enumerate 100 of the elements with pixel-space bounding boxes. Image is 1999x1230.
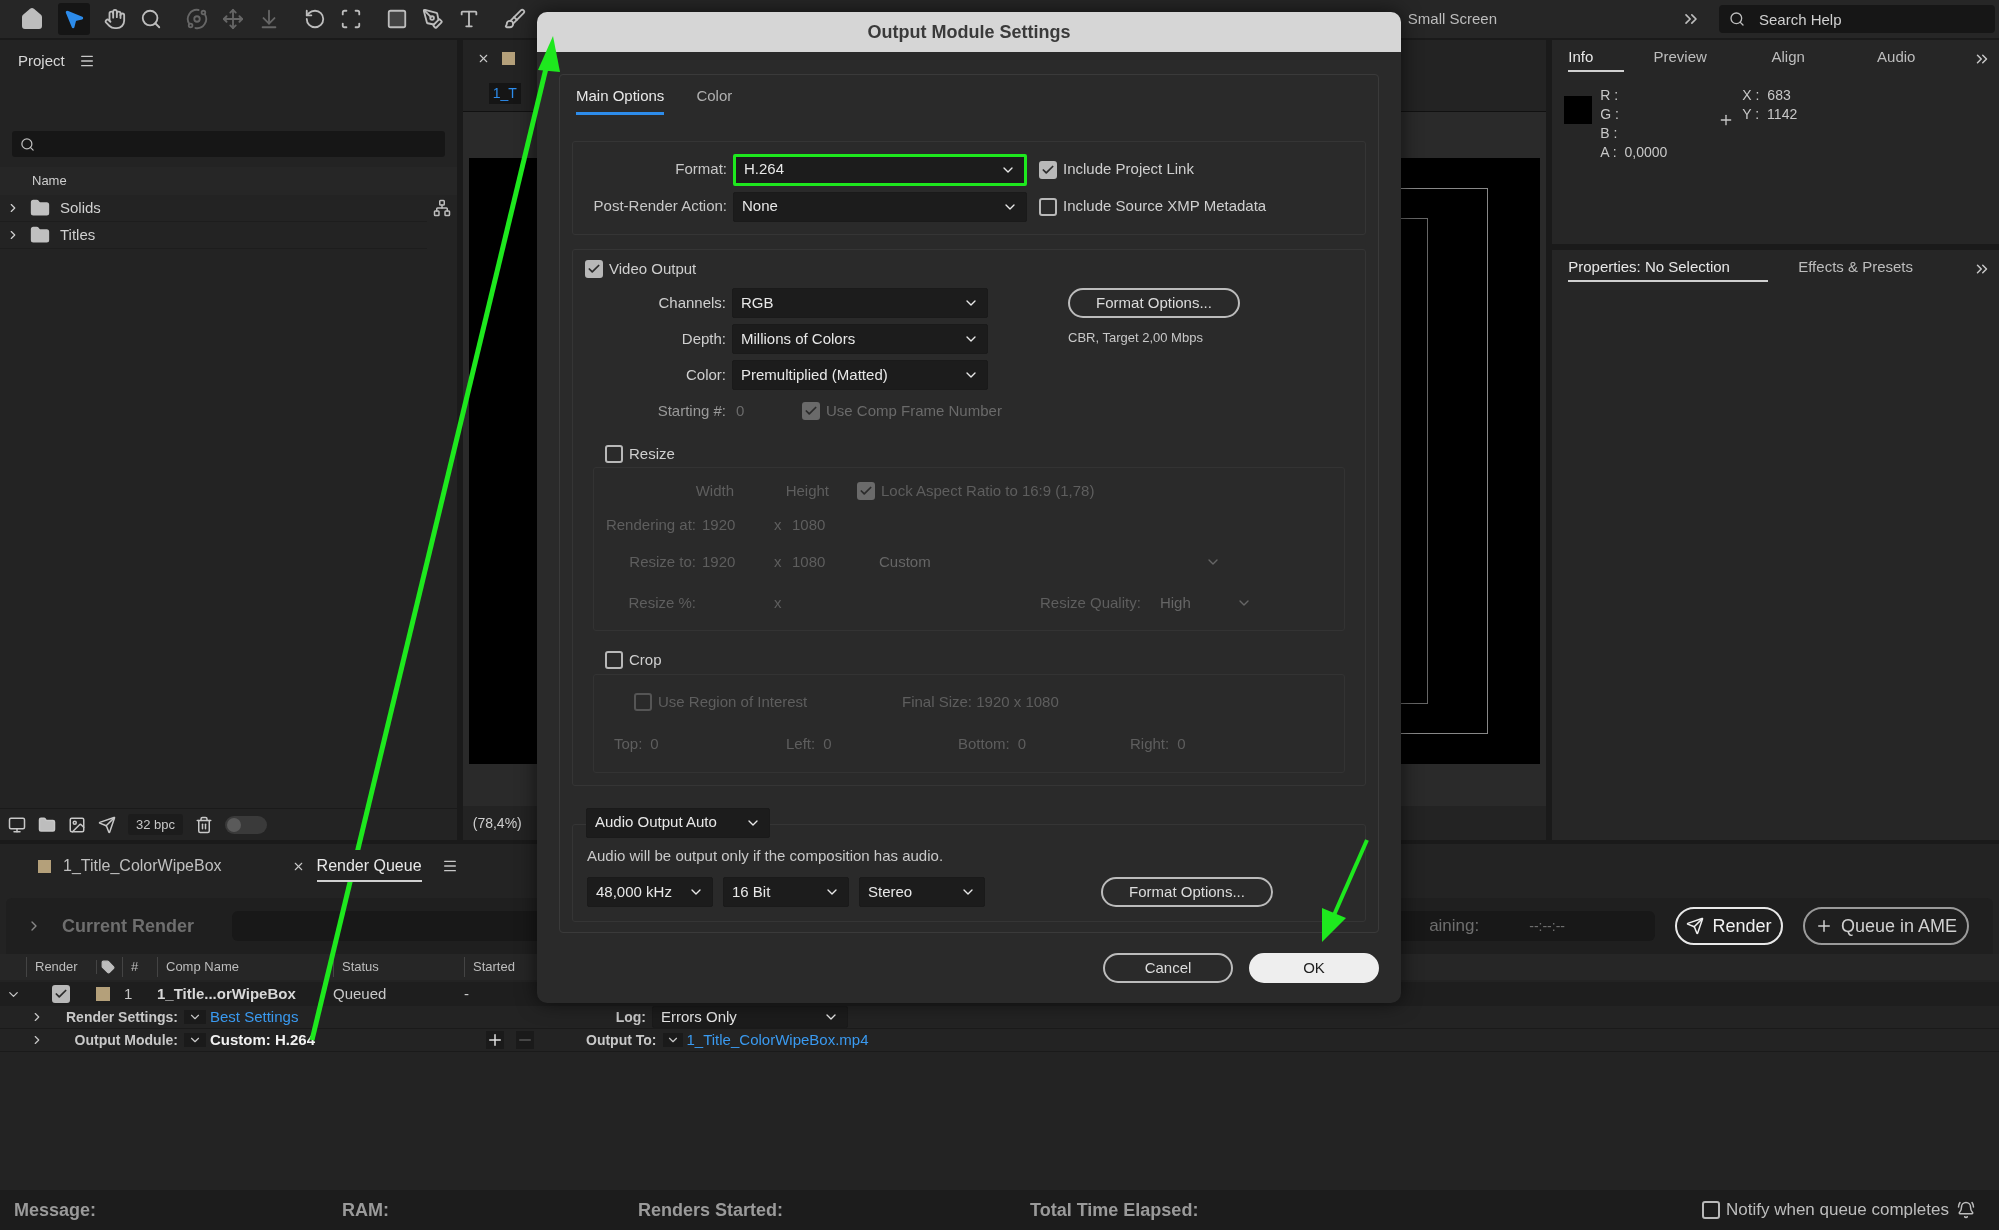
readout-value: 683: [1767, 86, 1791, 105]
checkbox-label: Include Source XMP Metadata: [1063, 196, 1267, 217]
text-icon[interactable]: [458, 8, 480, 30]
check-icon: [54, 987, 68, 1001]
rotate-icon[interactable]: [304, 8, 326, 30]
status-label: Renders Started:: [638, 1198, 785, 1222]
dropdown[interactable]: Stereo: [859, 877, 985, 907]
codec-info: CBR, Target 2,00 Mbps: [1068, 329, 1204, 347]
pointer-icon: [63, 8, 85, 30]
panel-tab[interactable]: Effects & Presets: [1798, 255, 1913, 283]
checkbox[interactable]: [634, 692, 652, 711]
format-options-button[interactable]: Format Options...: [1068, 288, 1240, 318]
hand-icon[interactable]: [104, 8, 126, 30]
output-file-link[interactable]: 1_Title_ColorWipeBox.mp4: [682, 1028, 869, 1052]
status-label: Total Time Elapsed:: [1030, 1198, 1200, 1222]
project-item[interactable]: Titles: [0, 222, 427, 249]
composition-swatch: [38, 859, 51, 873]
viewer-tab[interactable]: 1_T: [488, 83, 521, 104]
panel-tab[interactable]: Audio: [1844, 45, 1949, 73]
checkbox[interactable]: [605, 651, 623, 670]
orbit-icon[interactable]: [186, 8, 208, 30]
checkbox-label: Notify when queue completes: [1725, 1199, 1949, 1222]
color-swatch: [1564, 96, 1593, 124]
project-item[interactable]: Solids: [0, 195, 427, 222]
dropdown[interactable]: Errors Only: [652, 1006, 848, 1028]
add-icon[interactable]: [486, 1031, 504, 1049]
search-icon: [20, 136, 35, 152]
queue-in-ame-button[interactable]: Queue in AME: [1803, 907, 1969, 945]
dialog-tab[interactable]: Main Options: [576, 85, 665, 115]
readout-label: X :: [1742, 86, 1760, 105]
dropdown[interactable]: 48,000 kHz: [587, 877, 713, 907]
checkbox[interactable]: [605, 444, 623, 463]
checkbox[interactable]: [585, 259, 603, 278]
dialog-tab[interactable]: Color: [696, 85, 733, 115]
zoom-icon[interactable]: [140, 8, 162, 30]
bell-icon[interactable]: [1957, 1201, 1975, 1219]
menu-icon[interactable]: [78, 53, 95, 69]
folder-icon[interactable]: [38, 815, 56, 834]
checkbox[interactable]: [1039, 197, 1057, 216]
dropdown-icon[interactable]: [184, 1010, 206, 1024]
setting-label: Render Settings:: [65, 1007, 179, 1027]
pen-icon[interactable]: [422, 8, 444, 30]
readout-value: 0,0000: [1624, 143, 1668, 162]
cancel-button[interactable]: Cancel: [1103, 953, 1233, 983]
selection-tool[interactable]: [58, 3, 90, 35]
search-icon: [1729, 11, 1745, 27]
checkbox-label: Use Comp Frame Number: [826, 401, 1002, 421]
readout-label: G :: [1600, 105, 1619, 124]
dropdown[interactable]: Millions of Colors: [732, 324, 988, 354]
column-header: Status: [333, 957, 464, 977]
dropdown[interactable]: 16 Bit: [723, 877, 849, 907]
brush-icon[interactable]: [504, 8, 526, 30]
field-value: 0: [735, 401, 746, 421]
checkbox[interactable]: [857, 482, 875, 501]
dropdown[interactable]: Audio Output Auto: [586, 807, 770, 838]
panel-tab[interactable]: Render Queue: [316, 850, 422, 882]
panel-tab[interactable]: Preview: [1628, 45, 1733, 73]
field-label: Depth:: [680, 328, 727, 349]
menu-icon[interactable]: [441, 858, 458, 874]
dropdown[interactable]: None: [733, 191, 1027, 222]
flowchart-icon[interactable]: [432, 199, 451, 217]
table-cell-text: 1_Title...orWipeBox: [157, 983, 297, 1004]
table-cell-text: -: [464, 983, 470, 1004]
readout-label: Y :: [1742, 105, 1760, 124]
panel-tab[interactable]: Info: [1568, 45, 1625, 73]
checkbox-label: Video Output: [609, 258, 697, 279]
panel-tab[interactable]: Align: [1736, 45, 1841, 73]
checkbox[interactable]: [1701, 1201, 1720, 1219]
table-cell-text: 1: [123, 983, 134, 1004]
render-button[interactable]: Render: [1675, 907, 1783, 945]
current-render-label: Current Render: [62, 914, 196, 938]
move-icon[interactable]: [222, 8, 244, 30]
dropdown-icon[interactable]: [184, 1033, 206, 1047]
trash-icon[interactable]: [195, 815, 214, 834]
toggle-switch[interactable]: [225, 815, 268, 834]
home-icon[interactable]: [20, 7, 44, 31]
frame-icon[interactable]: [340, 8, 362, 30]
search-field[interactable]: [12, 131, 445, 157]
readout-label: B :: [1600, 124, 1618, 143]
audio-note: Audio will be output only if the composition has audio.: [587, 845, 945, 866]
workspace-label[interactable]: Small Screen: [1407, 7, 1497, 31]
setting-label: Output Module:: [73, 1030, 179, 1050]
format-options-button[interactable]: Format Options...: [1101, 877, 1273, 907]
settings-link[interactable]: Best Settings: [206, 1005, 568, 1029]
bit-depth-button[interactable]: 32 bpc: [128, 813, 184, 836]
ok-button[interactable]: OK: [1249, 953, 1379, 983]
checkbox[interactable]: [1039, 160, 1057, 179]
dropdown[interactable]: RGB: [732, 288, 988, 318]
field-label: Color:: [685, 364, 727, 385]
rectangle-icon[interactable]: [386, 8, 408, 30]
column-header: #: [122, 957, 157, 977]
panel-tab[interactable]: Properties: No Selection: [1568, 255, 1769, 283]
checkbox[interactable]: [802, 402, 820, 421]
search-field[interactable]: Search Help: [1719, 5, 1995, 33]
zoom-level[interactable]: (78,4%): [472, 812, 522, 834]
dropdown[interactable]: Premultiplied (Matted): [732, 360, 988, 390]
dropdown[interactable]: H.264: [733, 153, 1027, 186]
field-label: Channels:: [657, 292, 727, 313]
checkbox[interactable]: [52, 985, 70, 1003]
dropdown-icon[interactable]: [662, 1033, 683, 1047]
